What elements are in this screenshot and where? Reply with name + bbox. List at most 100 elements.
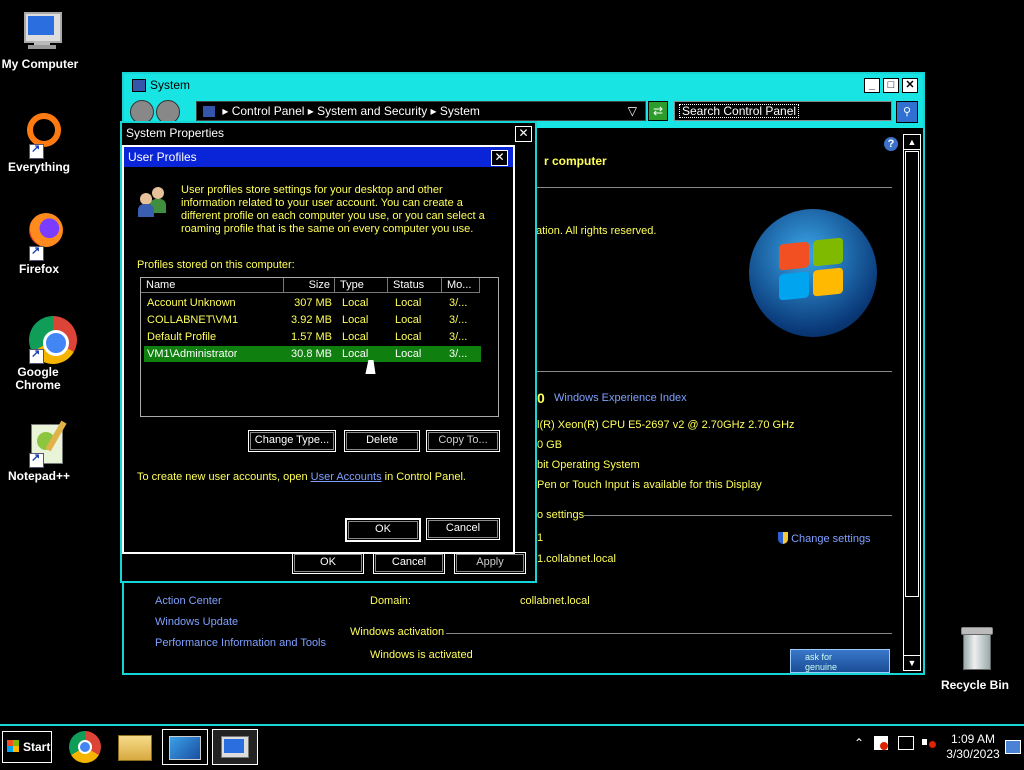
user-profiles-dialog: User Profiles ✕ User profiles store sett… bbox=[122, 145, 515, 554]
desktop-icon-notepad-plus-plus[interactable]: Notepad++ bbox=[0, 420, 79, 483]
list-header: Name Size Type Status Mo... bbox=[141, 278, 498, 293]
help-icon[interactable]: ? bbox=[884, 137, 898, 151]
chevron-right-icon[interactable]: ▸ bbox=[308, 104, 314, 118]
column-header-type[interactable]: Type bbox=[335, 278, 388, 293]
users-icon bbox=[138, 187, 170, 217]
profile-modified: 3/... bbox=[449, 297, 468, 309]
desktop-icon-my-computer[interactable]: My Computer bbox=[0, 8, 80, 71]
copy-to-button[interactable]: Copy To... bbox=[426, 430, 500, 452]
column-header-size[interactable]: Size bbox=[284, 278, 335, 293]
see-also-windows-update[interactable]: Windows Update bbox=[155, 616, 238, 628]
volume-muted-icon[interactable] bbox=[922, 736, 936, 748]
show-hidden-icons[interactable]: ⌃ bbox=[854, 736, 864, 750]
address-bar[interactable]: ▸ Control Panel ▸ System and Security ▸ … bbox=[196, 101, 646, 121]
desktop-icon-recycle-bin[interactable]: Recycle Bin bbox=[935, 625, 1015, 692]
system-window-icon bbox=[132, 79, 146, 92]
divider bbox=[534, 187, 892, 188]
cancel-button[interactable]: Cancel bbox=[373, 552, 445, 574]
see-also-performance-tools[interactable]: Performance Information and Tools bbox=[155, 637, 326, 649]
desktop-icon-firefox[interactable]: Firefox bbox=[0, 213, 79, 276]
list-item[interactable]: COLLABNET\VM1 3.92 MB Local Local 3/... bbox=[144, 312, 481, 328]
search-input[interactable]: Search Control Panel bbox=[674, 101, 892, 121]
desktop-icon-label: My Computer bbox=[1, 57, 79, 71]
desktop-icon-label: Recycle Bin bbox=[940, 678, 1010, 692]
maximize-button[interactable]: □ bbox=[883, 78, 899, 93]
genuine-badge[interactable]: ask for genuine bbox=[790, 649, 890, 673]
desktop-icon-everything[interactable]: Everything bbox=[0, 111, 79, 174]
profiles-list-label: Profiles stored on this computer: bbox=[137, 259, 295, 271]
see-also-action-center[interactable]: Action Center bbox=[155, 595, 222, 607]
clock[interactable]: 1:09 AM 3/30/2023 bbox=[944, 732, 1002, 762]
close-button[interactable]: ✕ bbox=[515, 126, 532, 142]
taskbar: Start ⌃ 1:09 AM 3/30/2023 bbox=[0, 724, 1024, 770]
shortcut-arrow-icon bbox=[29, 347, 44, 364]
search-icon[interactable]: ⚲ bbox=[896, 101, 918, 123]
system-window-titlebar[interactable]: System _ □ ✕ bbox=[124, 74, 923, 96]
start-button[interactable]: Start bbox=[2, 731, 52, 763]
taskbar-control-panel[interactable] bbox=[162, 729, 208, 765]
close-button[interactable]: ✕ bbox=[491, 150, 508, 166]
user-profiles-description: User profiles store settings for your de… bbox=[181, 184, 485, 235]
profile-modified: 3/... bbox=[449, 348, 468, 360]
profile-size: 3.92 MB bbox=[291, 314, 332, 326]
recycle-bin-icon bbox=[951, 625, 999, 673]
cancel-button[interactable]: Cancel bbox=[426, 518, 500, 540]
apply-button[interactable]: Apply bbox=[454, 552, 526, 574]
column-header-name[interactable]: Name bbox=[141, 278, 284, 293]
chevron-down-icon[interactable]: ▽ bbox=[628, 102, 637, 120]
scroll-down-arrow[interactable]: ▼ bbox=[904, 655, 920, 670]
profile-modified: 3/... bbox=[449, 331, 468, 343]
profile-name: COLLABNET\VM1 bbox=[147, 314, 239, 326]
desktop-icon-label: Firefox bbox=[18, 262, 59, 276]
chevron-right-icon[interactable]: ▸ bbox=[222, 104, 228, 118]
taskbar-file-explorer[interactable] bbox=[112, 729, 156, 763]
control-panel-icon bbox=[169, 736, 201, 760]
computer-name-value: 1 bbox=[537, 532, 544, 544]
refresh-button[interactable]: ⇄ bbox=[648, 101, 668, 121]
breadcrumb-system[interactable]: System bbox=[440, 104, 480, 118]
chrome-icon bbox=[15, 316, 77, 364]
list-item-selected[interactable]: VM1\Administrator 30.8 MB Local Local 3/… bbox=[144, 346, 481, 362]
taskbar-system[interactable] bbox=[212, 729, 258, 765]
list-item[interactable]: Default Profile 1.57 MB Local Local 3/..… bbox=[144, 329, 481, 345]
system-properties-title: System Properties bbox=[126, 126, 225, 140]
everything-icon bbox=[15, 111, 63, 159]
ok-button[interactable]: OK bbox=[292, 552, 364, 574]
scroll-up-arrow[interactable]: ▲ bbox=[904, 135, 920, 150]
change-type-button[interactable]: Change Type... bbox=[248, 430, 336, 452]
windows-flag-icon bbox=[7, 740, 19, 752]
desktop-icon-label: Google Chrome bbox=[15, 365, 61, 392]
network-icon[interactable] bbox=[898, 736, 914, 750]
activation-header: Windows activation bbox=[350, 626, 445, 638]
change-settings-link[interactable]: Change settings bbox=[778, 532, 871, 545]
scrollbar-thumb[interactable] bbox=[905, 151, 919, 597]
minimize-button[interactable]: _ bbox=[864, 78, 880, 93]
user-accounts-link[interactable]: User Accounts bbox=[311, 471, 382, 483]
ok-button[interactable]: OK bbox=[345, 518, 421, 542]
close-button[interactable]: ✕ bbox=[902, 78, 918, 93]
user-profiles-titlebar[interactable]: User Profiles bbox=[124, 147, 513, 167]
column-header-modified[interactable]: Mo... bbox=[442, 278, 480, 293]
desktop-icon-google-chrome[interactable]: Google Chrome bbox=[0, 316, 79, 392]
chevron-right-icon[interactable]: ▸ bbox=[431, 104, 437, 118]
breadcrumb-system-and-security[interactable]: System and Security bbox=[317, 104, 427, 118]
copyright-text: ation. All rights reserved. bbox=[536, 225, 657, 237]
system-window-title: System bbox=[150, 78, 191, 92]
computer-icon bbox=[16, 8, 64, 56]
vertical-scrollbar[interactable]: ▲ ▼ bbox=[903, 134, 921, 671]
breadcrumb-control-panel[interactable]: Control Panel bbox=[232, 104, 305, 118]
taskbar-chrome[interactable] bbox=[64, 729, 108, 763]
action-center-flag-icon[interactable] bbox=[874, 736, 888, 750]
settings-section-header: o settings bbox=[537, 509, 585, 521]
list-item[interactable]: Account Unknown 307 MB Local Local 3/... bbox=[144, 295, 481, 311]
experience-index-link[interactable]: Windows Experience Index bbox=[554, 392, 687, 404]
system-properties-titlebar[interactable]: System Properties bbox=[122, 123, 535, 143]
show-desktop-button[interactable] bbox=[1005, 740, 1021, 754]
profiles-list[interactable]: Name Size Type Status Mo... Account Unkn… bbox=[140, 277, 499, 417]
divider bbox=[534, 371, 892, 372]
domain-value: collabnet.local bbox=[520, 595, 590, 607]
column-header-status[interactable]: Status bbox=[388, 278, 442, 293]
delete-button[interactable]: Delete bbox=[344, 430, 420, 452]
domain-label: Domain: bbox=[370, 595, 411, 607]
profile-type: Local bbox=[342, 348, 369, 360]
